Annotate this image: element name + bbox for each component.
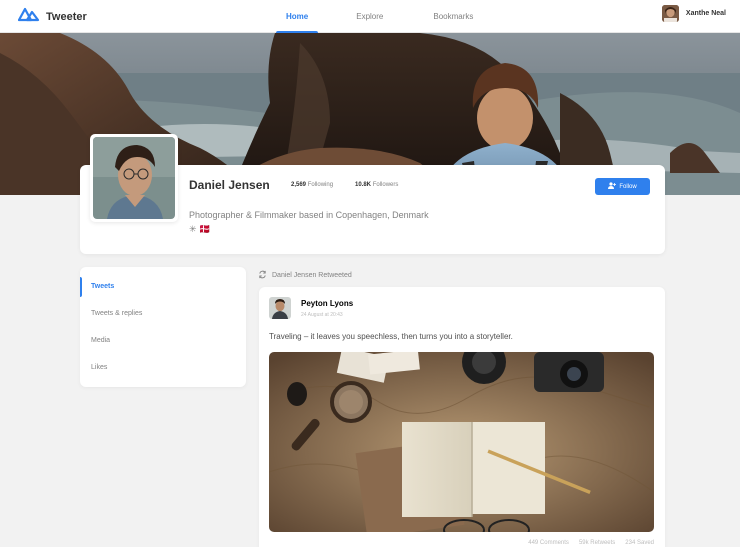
tweet-author-name[interactable]: Peyton Lyons	[301, 299, 353, 308]
follow-label: Follow	[619, 183, 637, 190]
tweet-stats: 449 Comments 59k Retweets 234 Saved	[528, 540, 654, 546]
following-stat[interactable]: 2,569 Following	[291, 182, 333, 188]
followers-stat[interactable]: 10.8K Followers	[355, 182, 398, 188]
user-menu[interactable]: Xanthe Neal	[661, 5, 726, 22]
filter-media[interactable]: Media	[80, 331, 246, 358]
brand[interactable]: Tweeter	[17, 6, 87, 27]
filter-tweets-replies[interactable]: Tweets & replies	[80, 304, 246, 331]
follow-button[interactable]: Follow	[595, 178, 650, 195]
profile-avatar	[90, 134, 178, 222]
following-count: 2,569	[291, 182, 307, 188]
nav-bookmarks[interactable]: Bookmarks	[419, 0, 487, 33]
tweet-author-avatar[interactable]	[269, 297, 291, 319]
user-plus-icon	[608, 182, 617, 191]
retweet-icon	[258, 270, 267, 281]
avatar	[661, 5, 679, 22]
retweet-label: Daniel Jensen Retweeted	[272, 272, 352, 279]
tweet-image[interactable]	[269, 352, 654, 532]
retweets-count: 59k Retweets	[578, 540, 616, 546]
followers-label: Followers	[372, 182, 399, 188]
retweet-indicator: Daniel Jensen Retweeted	[258, 270, 352, 281]
nav-home[interactable]: Home	[272, 0, 322, 33]
following-label: Following	[307, 182, 334, 188]
main-nav: Home Explore Bookmarks	[272, 0, 487, 33]
followers-count: 10.8K	[355, 182, 372, 188]
saved-count: 234 Saved	[625, 540, 654, 546]
brand-name: Tweeter	[46, 10, 87, 23]
top-navbar: Tweeter Home Explore Bookmarks Xanthe Ne…	[0, 0, 740, 33]
tweet-card: Peyton Lyons 24 August at 20:43 Travelin…	[259, 287, 665, 547]
tweeter-logo-icon	[17, 6, 40, 27]
filter-tweets[interactable]: Tweets	[80, 277, 246, 304]
tweet-text: Traveling – it leaves you speechless, th…	[269, 332, 513, 341]
profile-bio: Photographer & Filmmaker based in Copenh…	[189, 210, 429, 234]
tweet-filters: Tweets Tweets & replies Media Likes	[80, 267, 246, 387]
nav-explore[interactable]: Explore	[342, 0, 397, 33]
profile-name: Daniel Jensen	[189, 178, 270, 192]
filter-likes[interactable]: Likes	[80, 358, 246, 385]
tweet-timestamp: 24 August at 20:43	[301, 312, 343, 318]
user-name: Xanthe Neal	[685, 10, 726, 17]
comments-count: 449 Comments	[528, 540, 569, 546]
